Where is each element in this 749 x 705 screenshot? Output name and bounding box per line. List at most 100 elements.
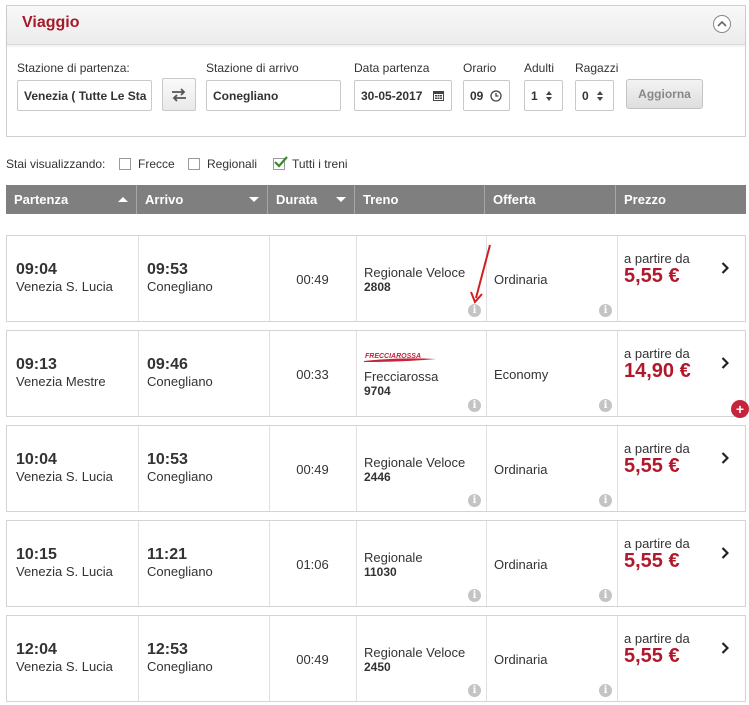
price-from-label: a partire da (624, 441, 690, 456)
price-cell[interactable]: a partire da 5,55 € (617, 521, 747, 606)
collapse-button[interactable] (713, 15, 731, 33)
header-duration[interactable]: Durata (268, 185, 355, 214)
train-type: Regionale Veloce (364, 265, 466, 280)
swap-stations-button[interactable] (162, 78, 196, 111)
train-cell: Regionale Veloce 2446 i (356, 426, 487, 511)
info-icon[interactable]: i (468, 399, 481, 412)
duration-cell: 00:49 (269, 616, 357, 701)
filter-frecce[interactable]: Frecce (119, 157, 175, 171)
chevron-right-icon[interactable] (721, 357, 729, 369)
children-label: Ragazzi (575, 61, 619, 75)
price: 5,55 € (624, 265, 680, 287)
arrival-station: Conegliano (147, 279, 213, 294)
train-cell: Regionale Veloce 2450 i (356, 616, 487, 701)
info-icon[interactable]: i (599, 589, 612, 602)
departure-cell: 09:13 Venezia Mestre (7, 331, 139, 416)
time-input[interactable]: 09 (463, 80, 510, 111)
duration-cell: 01:06 (269, 521, 357, 606)
departure-station: Venezia S. Lucia (16, 279, 113, 294)
train-number: 2808 (364, 280, 391, 294)
frecce-checkbox[interactable] (119, 158, 131, 170)
price-cell[interactable]: a partire da 14,90 € + (617, 331, 749, 418)
clock-icon[interactable] (487, 89, 505, 102)
calendar-icon[interactable] (429, 90, 447, 101)
arrival-cell: 10:53 Conegliano (138, 426, 270, 511)
checkmark-icon (274, 156, 288, 168)
header-departure[interactable]: Partenza (6, 185, 137, 214)
table-row[interactable]: 09:04 Venezia S. Lucia 09:53 Conegliano 00:4… (6, 235, 746, 322)
table-row[interactable]: 10:04 Venezia S. Lucia 10:53 Conegliano 00:4… (6, 425, 746, 512)
departure-cell: 10:15 Venezia S. Lucia (7, 521, 139, 606)
price-cell[interactable]: a partire da 5,55 € (617, 616, 747, 701)
offer: Ordinaria (494, 557, 548, 572)
regionali-checkbox[interactable] (188, 158, 200, 170)
duration: 00:49 (296, 272, 329, 287)
adults-select[interactable]: 1 (524, 80, 563, 111)
filter-regionali[interactable]: Regionali (188, 157, 257, 171)
price-cell[interactable]: a partire da 5,55 € (617, 236, 747, 321)
plus-icon[interactable]: + (731, 400, 749, 418)
info-icon[interactable]: i (599, 684, 612, 697)
annotation-arrow-icon (470, 244, 491, 304)
departure-input[interactable]: Venezia ( Tutte Le Sta (17, 80, 152, 111)
arrival-cell: 12:53 Conegliano (138, 616, 270, 701)
departure-cell: 10:04 Venezia S. Lucia (7, 426, 139, 511)
children-select[interactable]: 0 (575, 80, 614, 111)
filter-all-trains[interactable]: Tutti i treni (273, 156, 348, 171)
swap-arrows-icon (172, 87, 186, 102)
arrival-station: Conegliano (147, 659, 213, 674)
departure-time: 09:04 (16, 261, 57, 278)
date-label: Data partenza (354, 61, 430, 75)
offer: Ordinaria (494, 652, 548, 667)
spinner-updown-icon[interactable] (591, 90, 609, 102)
arrival-input[interactable]: Conegliano (206, 80, 341, 111)
departure-station: Venezia S. Lucia (16, 659, 113, 674)
train-number: 11030 (364, 565, 397, 579)
info-icon[interactable]: i (599, 494, 612, 507)
departure-time: 09:13 (16, 356, 57, 373)
offer-cell: Ordinaria i (486, 616, 618, 701)
offer: Ordinaria (494, 272, 548, 287)
sort-desc-icon (249, 197, 259, 202)
price: 5,55 € (624, 455, 680, 477)
duration: 00:49 (296, 652, 329, 667)
chevron-right-icon[interactable] (721, 262, 729, 274)
train-type: Regionale Veloce (364, 645, 466, 660)
price-cell[interactable]: a partire da 5,55 € (617, 426, 747, 511)
departure-station: Venezia S. Lucia (16, 564, 113, 579)
duration-cell: 00:33 (269, 331, 357, 416)
offer: Economy (494, 367, 549, 382)
arrival-time: 11:21 (147, 546, 188, 563)
all-trains-checkbox[interactable] (273, 156, 288, 170)
chevron-right-icon[interactable] (721, 452, 729, 464)
departure-station: Venezia Mestre (16, 374, 106, 389)
sort-desc-icon (336, 197, 346, 202)
info-icon[interactable]: i (468, 684, 481, 697)
chevron-right-icon[interactable] (721, 642, 729, 654)
filter-label: Stai visualizzando: (6, 157, 106, 171)
date-input[interactable]: 30-05-2017 (354, 80, 452, 111)
update-button[interactable]: Aggiorna (626, 79, 703, 109)
chevron-right-icon[interactable] (721, 547, 729, 559)
departure-time: 10:04 (16, 451, 57, 468)
table-row[interactable]: 10:15 Venezia S. Lucia 11:21 Conegliano 01:0… (6, 520, 746, 607)
info-icon[interactable]: i (599, 304, 612, 317)
info-icon[interactable]: i (468, 589, 481, 602)
header-offer: Offerta (485, 185, 616, 214)
info-icon[interactable]: i (468, 494, 481, 507)
train-number: 9704 (364, 384, 391, 398)
header-arrival[interactable]: Arrivo (137, 185, 268, 214)
duration: 01:06 (296, 557, 329, 572)
table-row[interactable]: 12:04 Venezia S. Lucia 12:53 Conegliano 00:4… (6, 615, 746, 702)
price-from-label: a partire da (624, 346, 690, 361)
arrival-cell: 09:46 Conegliano (138, 331, 270, 416)
duration: 00:33 (296, 367, 329, 382)
train-type: Regionale Veloce (364, 455, 466, 470)
arrival-cell: 11:21 Conegliano (138, 521, 270, 606)
price-from-label: a partire da (624, 536, 690, 551)
spinner-updown-icon[interactable] (540, 90, 558, 102)
table-row[interactable]: 09:13 Venezia Mestre 09:46 Conegliano 00:33 F… (6, 330, 749, 418)
frecciarossa-logo: FRECCIAROSSA (364, 353, 436, 362)
info-icon[interactable]: i (599, 399, 612, 412)
departure-cell: 09:04 Venezia S. Lucia (7, 236, 139, 321)
